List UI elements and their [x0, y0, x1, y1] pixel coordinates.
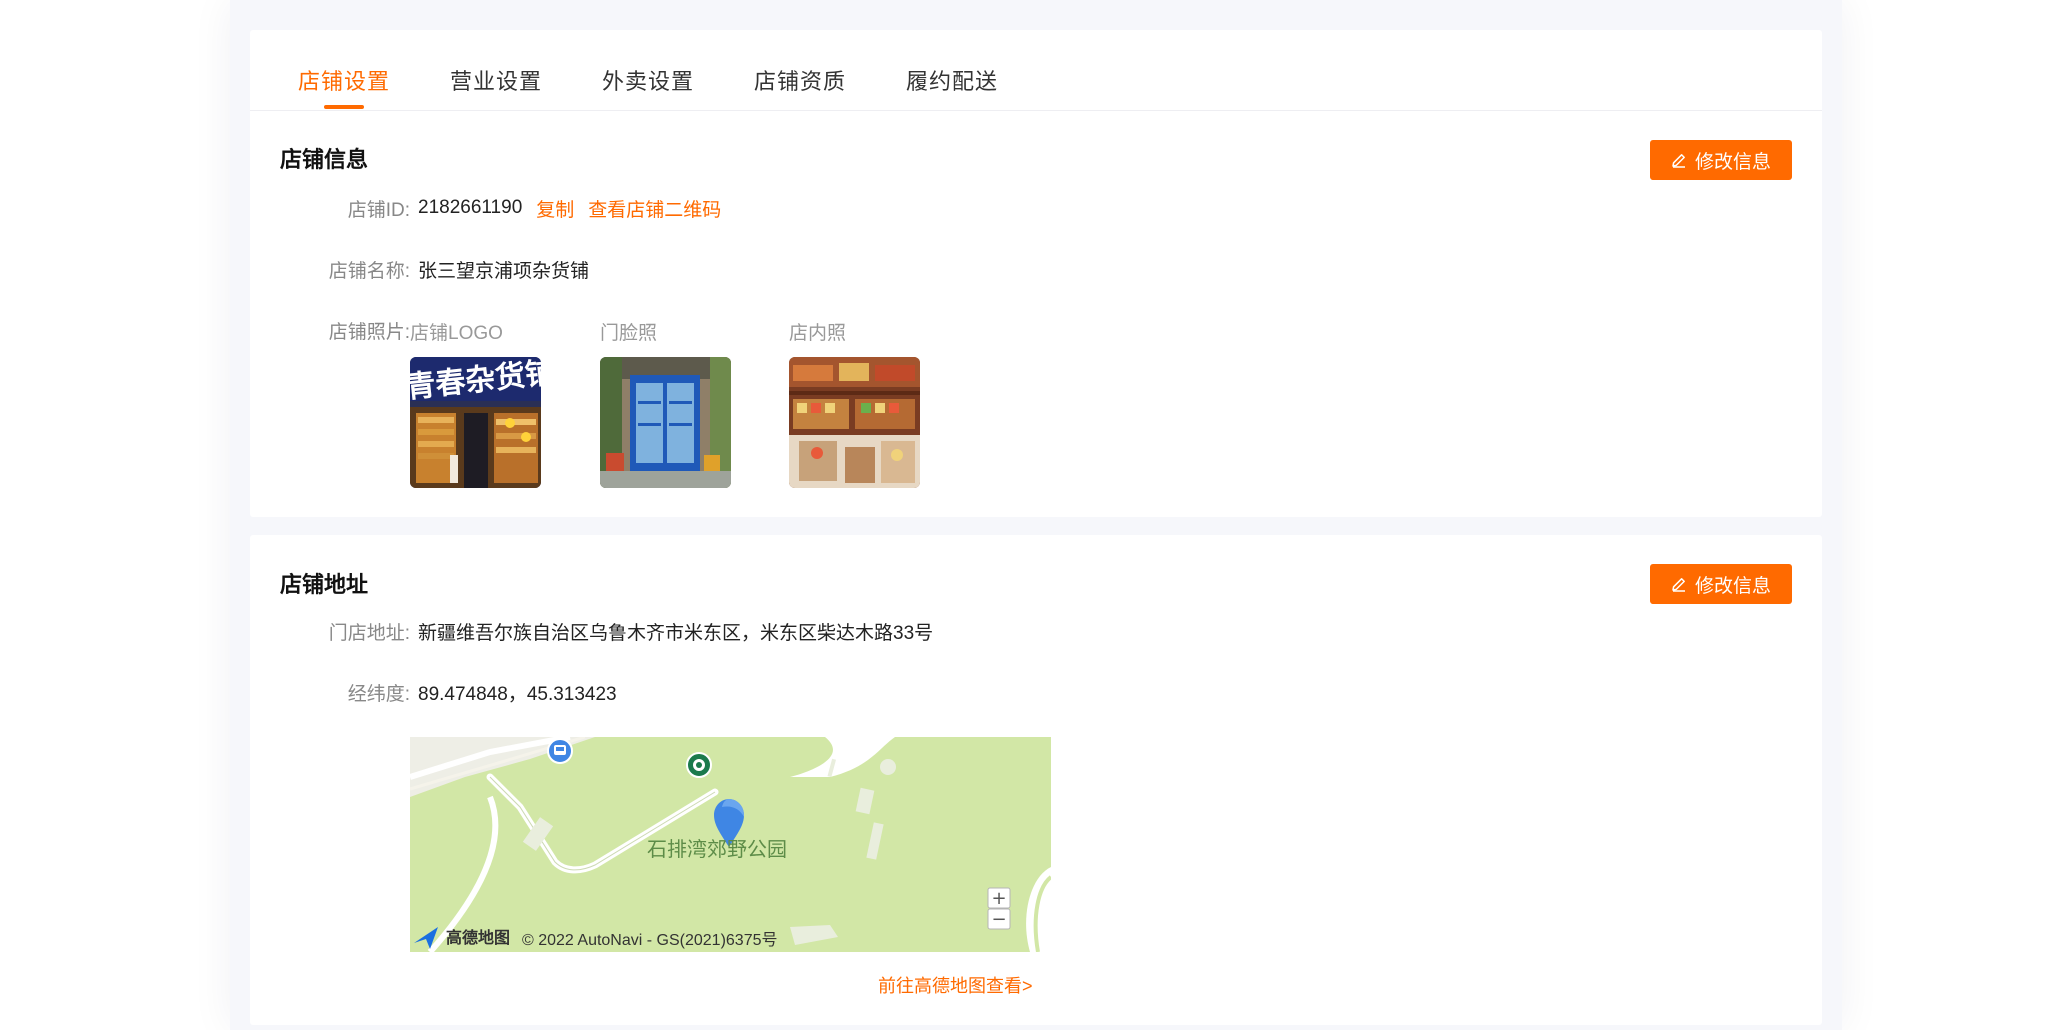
- settings-tabs: 店铺设置 营业设置 外卖设置 店铺资质 履约配送: [250, 30, 1822, 111]
- copy-id-link[interactable]: 复制: [536, 195, 574, 222]
- pencil-icon: [1672, 578, 1685, 592]
- store-address-title: 店铺地址: [280, 572, 369, 597]
- edit-store-address-button[interactable]: 修改信息: [1650, 564, 1792, 604]
- map-place-name: 石排湾郊野公园: [647, 837, 787, 861]
- store-address-row: 门店地址: 新疆维吾尔族自治区乌鲁木齐市米东区，米东区柴达木路33号: [250, 616, 933, 646]
- location-map[interactable]: 石排湾郊野公园 + − 高德地图 © 2022 AutoNavi - GS(20…: [410, 737, 1051, 952]
- store-id-row: 店铺ID: 2182661190 复制 查看店铺二维码: [250, 193, 722, 223]
- svg-text:−: −: [991, 909, 1006, 930]
- page-frame: 店铺设置 营业设置 外卖设置 店铺资质 履约配送 店铺信息 修改信息 店铺ID:…: [230, 0, 1842, 1030]
- store-photos-label: 店铺照片:: [328, 321, 410, 343]
- store-address-label: 门店地址:: [328, 622, 410, 644]
- map-copyright: © 2022 AutoNavi - GS(2021)6375号: [522, 931, 778, 949]
- view-qr-code-link[interactable]: 查看店铺二维码: [588, 195, 721, 222]
- photo-caption-storefront: 门脸照: [600, 323, 658, 344]
- photo-caption-interior: 店内照: [789, 323, 847, 344]
- active-tab-indicator: [324, 105, 364, 109]
- edit-button-label: 修改信息: [1694, 575, 1771, 597]
- pencil-icon: [1672, 154, 1685, 168]
- tab-business-settings[interactable]: 营业设置: [450, 64, 542, 96]
- coordinates-label: 经纬度:: [347, 683, 410, 705]
- map-brand: 高德地图: [446, 928, 510, 947]
- store-address-value: 新疆维吾尔族自治区乌鲁木齐市米东区，米东区柴达木路33号: [418, 622, 934, 644]
- store-name-value: 张三望京浦项杂货铺: [418, 260, 590, 282]
- store-address-card: 店铺地址 修改信息 门店地址: 新疆维吾尔族自治区乌鲁木齐市米东区，米东区柴达木…: [250, 535, 1822, 1025]
- store-name-row: 店铺名称: 张三望京浦项杂货铺: [250, 254, 589, 284]
- tab-takeout-settings[interactable]: 外卖设置: [602, 64, 694, 96]
- open-amap-link[interactable]: 前往高德地图查看>: [878, 972, 1033, 998]
- store-info-card: 店铺设置 营业设置 外卖设置 店铺资质 履约配送 店铺信息 修改信息 店铺ID:…: [250, 30, 1822, 517]
- coordinates-row: 经纬度: 89.474848，45.313423: [250, 677, 617, 707]
- store-name-label: 店铺名称:: [328, 260, 410, 282]
- tab-fulfillment-delivery[interactable]: 履约配送: [906, 64, 998, 96]
- tab-store-settings[interactable]: 店铺设置: [298, 64, 390, 96]
- store-logo-photo[interactable]: 青春杂货铺: [410, 357, 541, 488]
- tab-store-qualification[interactable]: 店铺资质: [754, 64, 846, 96]
- coordinates-value: 89.474848，45.313423: [418, 683, 617, 705]
- store-interior-photo[interactable]: [789, 357, 920, 488]
- storefront-photo[interactable]: [600, 357, 731, 488]
- store-info-title: 店铺信息: [280, 147, 369, 172]
- edit-store-info-button[interactable]: 修改信息: [1650, 140, 1792, 180]
- svg-text:+: +: [991, 888, 1006, 909]
- store-id-value: 2182661190: [418, 197, 523, 218]
- store-photos-row: 店铺照片:: [250, 315, 418, 345]
- photo-caption-logo: 店铺LOGO: [410, 323, 503, 344]
- edit-button-label: 修改信息: [1694, 151, 1771, 173]
- store-id-label: 店铺ID:: [347, 199, 410, 221]
